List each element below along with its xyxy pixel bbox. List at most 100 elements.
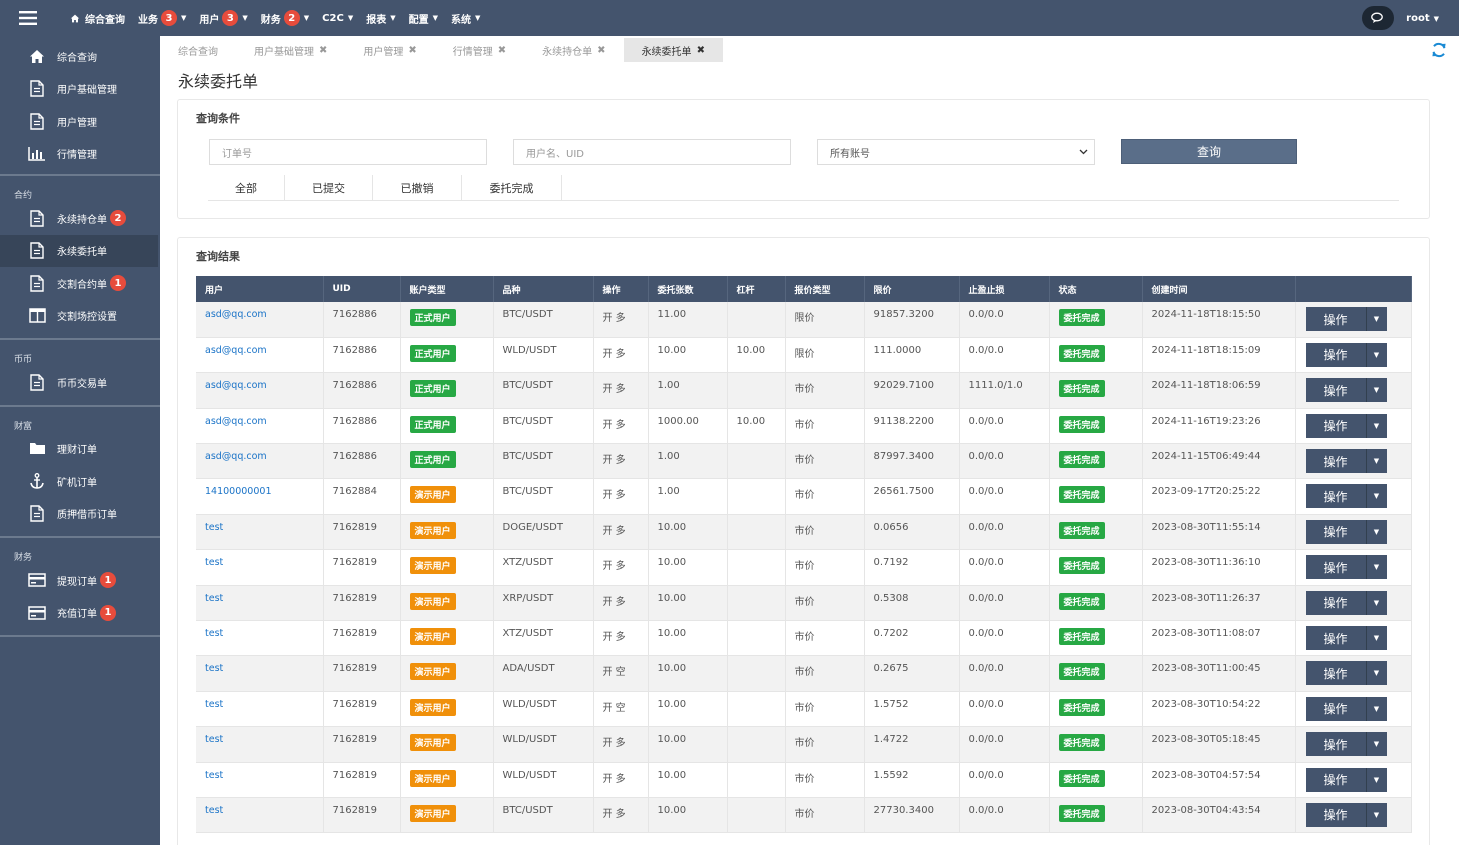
account-type-select[interactable]: 所有账号 <box>817 139 1095 165</box>
sidebar-item-main-3[interactable]: 行情管理 <box>0 138 160 171</box>
filter-tab-2[interactable]: 已撤销 <box>373 175 462 201</box>
sidebar-item-wealth-2[interactable]: 质押借币订单 <box>0 498 160 531</box>
topnav-item-1[interactable]: 业务 3 ▼ <box>138 0 186 36</box>
topnav-item-4[interactable]: C2C ▼ <box>322 0 353 36</box>
tpsl-cell: 0.0/0.0 <box>959 655 1050 692</box>
sidebar-item-label: 币币交易单 <box>57 378 107 390</box>
query-button[interactable]: 查询 <box>1121 139 1297 164</box>
operation-button[interactable]: 操作 <box>1305 519 1367 544</box>
sidebar-item-label: 提现订单 <box>57 576 97 588</box>
user-link[interactable]: asd@qq.com <box>205 309 267 320</box>
quantity-cell: 10.00 <box>648 514 728 551</box>
chevron-down-icon[interactable]: ▼ <box>1366 307 1387 331</box>
chevron-down-icon[interactable]: ▼ <box>1366 413 1387 438</box>
user-link[interactable]: asd@qq.com <box>205 416 267 427</box>
user-link[interactable]: asd@qq.com <box>205 451 267 462</box>
chevron-down-icon[interactable]: ▼ <box>1366 484 1387 509</box>
tab-2[interactable]: 用户管理 ✖ <box>345 38 434 62</box>
sidebar-item-finance-1[interactable]: 充值订单 1 <box>0 597 160 630</box>
operation-button[interactable]: 操作 <box>1305 661 1367 686</box>
topnav-item-0[interactable]: 综合查询 <box>70 0 125 36</box>
user-link[interactable]: test <box>205 663 223 674</box>
chevron-down-icon[interactable]: ▼ <box>1366 342 1387 367</box>
price-type-cell: 市价 <box>785 797 865 834</box>
chevron-down-icon[interactable]: ▼ <box>1366 696 1387 721</box>
sidebar-item-contract-2[interactable]: 交割合约单 1 <box>0 267 160 300</box>
sidebar-item-wealth-1[interactable]: 矿机订单 <box>0 465 160 498</box>
sidebar-item-wealth-0[interactable]: 理财订单 <box>0 433 160 466</box>
operation-button[interactable]: 操作 <box>1305 802 1367 827</box>
operation-button[interactable]: 操作 <box>1305 590 1367 615</box>
chevron-down-icon[interactable]: ▼ <box>1366 802 1387 827</box>
sidebar-item-label: 质押借币订单 <box>57 510 117 522</box>
tab-5[interactable]: 永续委托单 ✖ <box>623 38 723 62</box>
chevron-down-icon[interactable]: ▼ <box>1366 767 1387 792</box>
operation-button[interactable]: 操作 <box>1305 732 1367 757</box>
operation-button[interactable]: 操作 <box>1305 767 1367 792</box>
user-link[interactable]: test <box>205 805 223 816</box>
operation-button[interactable]: 操作 <box>1305 378 1367 403</box>
sidebar-item-contract-1[interactable]: 永续委托单 <box>0 234 158 267</box>
user-link[interactable]: 14100000001 <box>205 486 272 497</box>
sidebar-item-contract-3[interactable]: 交割场控设置 <box>0 300 160 333</box>
tpsl-cell: 0.0/0.0 <box>959 514 1050 551</box>
user-link[interactable]: test <box>205 628 223 639</box>
chat-button[interactable] <box>1362 6 1395 30</box>
user-link[interactable]: test <box>205 557 223 568</box>
topnav-item-5[interactable]: 报表 ▼ <box>366 0 395 36</box>
sidebar-item-main-1[interactable]: 用户基础管理 <box>0 73 160 106</box>
chevron-down-icon[interactable]: ▼ <box>1366 555 1387 580</box>
close-icon[interactable]: ✖ <box>408 45 416 56</box>
operation-button[interactable]: 操作 <box>1305 307 1367 331</box>
chevron-down-icon[interactable]: ▼ <box>1366 661 1387 686</box>
user-link[interactable]: test <box>205 770 223 781</box>
operation-button[interactable]: 操作 <box>1305 626 1367 651</box>
operation-button[interactable]: 操作 <box>1305 696 1367 721</box>
sidebar-item-main-0[interactable]: 综合查询 <box>0 40 160 73</box>
topnav-item-2[interactable]: 用户 3 ▼ <box>199 0 248 36</box>
topnav-item-3[interactable]: 财务 2 ▼ <box>261 0 309 36</box>
close-icon[interactable]: ✖ <box>697 45 705 56</box>
filter-tab-3[interactable]: 委托完成 <box>462 175 562 201</box>
sidebar-item-coin-0[interactable]: 币币交易单 <box>0 366 160 399</box>
tab-1[interactable]: 用户基础管理 ✖ <box>236 38 345 62</box>
operation-button[interactable]: 操作 <box>1305 555 1367 580</box>
chevron-down-icon[interactable]: ▼ <box>1366 732 1387 757</box>
status-badge: 委托完成 <box>1058 344 1105 362</box>
refresh-icon[interactable] <box>1431 42 1447 61</box>
close-icon[interactable]: ✖ <box>498 45 506 56</box>
chevron-down-icon[interactable]: ▼ <box>1366 449 1387 474</box>
user-link[interactable]: asd@qq.com <box>205 345 267 356</box>
username-uid-input[interactable]: 用户名、UID <box>513 139 791 165</box>
user-link[interactable]: test <box>205 522 223 533</box>
topnav-item-6[interactable]: 配置 ▼ <box>409 0 438 36</box>
chevron-down-icon[interactable]: ▼ <box>1366 626 1387 651</box>
tab-0[interactable]: 综合查询 <box>160 38 236 62</box>
user-menu[interactable]: root ▼ <box>1406 13 1439 24</box>
filter-tab-0[interactable]: 全部 <box>208 175 285 201</box>
operation-button[interactable]: 操作 <box>1305 413 1367 438</box>
tab-4[interactable]: 永续持仓单 ✖ <box>524 38 623 62</box>
menu-toggle-button[interactable] <box>0 0 56 36</box>
user-link[interactable]: test <box>205 699 223 710</box>
user-link[interactable]: asd@qq.com <box>205 380 267 391</box>
order-number-input[interactable]: 订单号 <box>209 139 487 165</box>
operation-button[interactable]: 操作 <box>1305 342 1367 367</box>
close-icon[interactable]: ✖ <box>319 45 327 56</box>
sidebar-item-contract-0[interactable]: 永续持仓单 2 <box>0 202 160 235</box>
operation-button[interactable]: 操作 <box>1305 449 1367 474</box>
close-icon[interactable]: ✖ <box>597 45 605 56</box>
chevron-down-icon[interactable]: ▼ <box>1366 378 1387 403</box>
tab-3[interactable]: 行情管理 ✖ <box>435 38 524 62</box>
sidebar-item-main-2[interactable]: 用户管理 <box>0 105 160 138</box>
operation-button[interactable]: 操作 <box>1305 484 1367 509</box>
filter-tab-1[interactable]: 已提交 <box>285 175 373 201</box>
topnav-item-7[interactable]: 系统 ▼ <box>451 0 480 36</box>
tpsl-cell: 0.0/0.0 <box>959 797 1050 834</box>
sidebar-item-finance-0[interactable]: 提现订单 1 <box>0 564 160 597</box>
direction-cell: 开 多 <box>593 443 649 480</box>
chevron-down-icon[interactable]: ▼ <box>1366 519 1387 544</box>
chevron-down-icon[interactable]: ▼ <box>1366 590 1387 615</box>
user-link[interactable]: test <box>205 734 223 745</box>
user-link[interactable]: test <box>205 593 223 604</box>
